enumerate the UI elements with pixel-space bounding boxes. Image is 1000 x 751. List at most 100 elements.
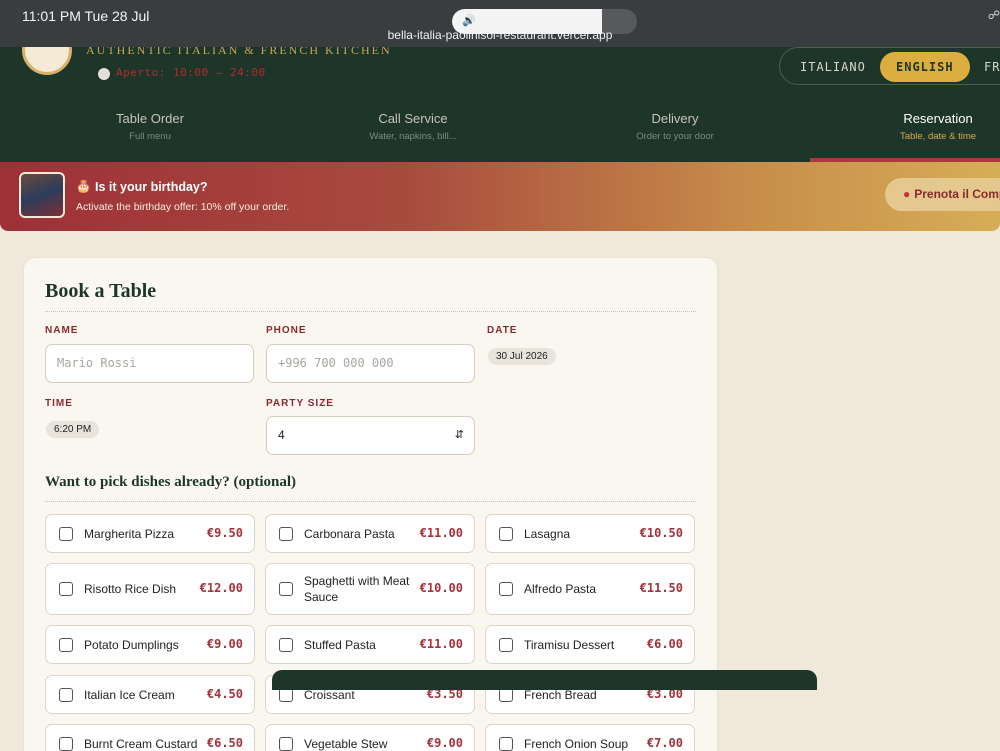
dish-checkbox[interactable]: [279, 637, 293, 652]
time-picker[interactable]: 6:20 PM: [46, 421, 100, 438]
dish-option[interactable]: Stuffed Pasta €11.00: [265, 625, 475, 664]
dish-option[interactable]: Tiramisu Dessert €6.00: [485, 625, 695, 664]
dish-name: Margherita Pizza: [84, 526, 175, 541]
dish-option[interactable]: Burnt Cream Custard €6.50: [45, 724, 255, 751]
dish-name: Carbonara Pasta: [304, 526, 395, 541]
dish-name: Tiramisu Dessert: [524, 637, 615, 652]
dish-checkbox[interactable]: [59, 736, 73, 751]
party-size-value: 4: [278, 428, 285, 442]
dish-name: Italian Ice Cream: [84, 687, 175, 702]
dish-option[interactable]: French Onion Soup €7.00: [485, 724, 695, 751]
dish-price: €9.50: [206, 525, 243, 540]
dish-checkbox[interactable]: [59, 637, 73, 652]
dish-checkbox[interactable]: [279, 736, 293, 751]
dish-option[interactable]: Risotto Rice Dish €12.00: [45, 563, 255, 615]
tab-title: Table Order: [116, 111, 184, 126]
date-picker[interactable]: 30 Jul 2026: [488, 348, 556, 365]
site-header: AUTHENTIC ITALIAN & FRENCH KITCHEN Apert…: [0, 25, 1000, 162]
date-label: DATE: [487, 325, 518, 336]
tab-table-order[interactable]: Table Order Full menu: [25, 111, 275, 142]
dish-name: Risotto Rice Dish: [84, 582, 177, 596]
dish-name: Spaghetti with Meat Sauce: [304, 574, 410, 604]
dish-price: €12.00: [199, 581, 243, 595]
phone-input[interactable]: +996 700 000 000: [266, 344, 475, 383]
tab-subtitle: Full menu: [129, 131, 171, 142]
floating-bar[interactable]: [272, 670, 817, 690]
dish-name: French Onion Soup: [524, 736, 629, 751]
birthday-button-label: Prenota il Compleanno: [914, 187, 1000, 201]
divider: [45, 501, 696, 502]
dish-name: Lasagna: [524, 526, 571, 541]
dish-checkbox[interactable]: [499, 736, 513, 751]
dish-price: €6.00: [646, 636, 683, 651]
cake-icon: 🎂: [76, 179, 91, 193]
birthday-banner: 🎂 Is it your birthday? Activate the birt…: [0, 162, 1000, 231]
dish-price: €9.00: [206, 636, 243, 651]
dish-option[interactable]: Alfredo Pasta €11.50: [485, 563, 695, 615]
dish-option[interactable]: Vegetable Stew €9.00: [265, 724, 475, 751]
tab-call-service[interactable]: Call Service Water, napkins, bill...: [288, 111, 538, 142]
tab-reservation[interactable]: Reservation Table, date & time: [813, 111, 1000, 142]
status-time: 11:01 PM Tue 28 Jul: [22, 8, 150, 24]
opening-hours: Aperto: 10:00 – 24:00: [116, 66, 266, 79]
time-label: TIME: [45, 398, 73, 409]
party-size-select[interactable]: 4 ⇵: [266, 416, 475, 455]
dish-checkbox[interactable]: [59, 582, 73, 596]
phone-label: PHONE: [266, 325, 307, 336]
tab-subtitle: Water, napkins, bill...: [369, 131, 457, 142]
dish-price: €6.50: [206, 735, 243, 750]
dish-option[interactable]: Lasagna €10.50: [485, 514, 695, 553]
dish-checkbox[interactable]: [499, 637, 513, 652]
dish-option[interactable]: Margherita Pizza €9.50: [45, 514, 255, 553]
tab-delivery[interactable]: Delivery Order to your door: [550, 111, 800, 142]
dish-option[interactable]: Spaghetti with Meat Sauce €10.00: [265, 563, 475, 615]
dish-name: Potato Dumplings: [84, 637, 179, 652]
dish-option[interactable]: Italian Ice Cream €4.50: [45, 675, 255, 714]
dish-price: €7.00: [646, 735, 683, 750]
dish-checkbox[interactable]: [279, 582, 293, 596]
dish-option[interactable]: Potato Dumplings €9.00: [45, 625, 255, 664]
card-title: Book a Table: [45, 280, 157, 302]
dish-name: Stuffed Pasta: [304, 637, 376, 652]
party-size-label: PARTY SIZE: [266, 398, 334, 409]
tab-subtitle: Table, date & time: [899, 131, 977, 142]
dishes-section-title: Want to pick dishes already? (optional): [45, 474, 297, 490]
dish-price: €10.00: [419, 581, 463, 595]
status-bar: 11:01 PM Tue 28 Jul 🔊 bella-italia-paoli…: [0, 0, 1000, 47]
birthday-title: Is it your birthday?: [95, 180, 208, 194]
speaker-icon: 🔊: [462, 15, 476, 27]
balloon-icon: ●: [903, 187, 911, 201]
dish-checkbox[interactable]: [499, 582, 513, 596]
dish-price: €11.00: [419, 525, 463, 540]
dish-checkbox[interactable]: [279, 526, 293, 541]
lang-italiano[interactable]: ITALIANO: [800, 52, 866, 82]
lang-english[interactable]: ENGLISH: [880, 52, 970, 82]
dish-name: Vegetable Stew: [304, 736, 388, 751]
dish-price: €9.00: [426, 735, 463, 750]
lang-french[interactable]: FR: [984, 52, 1000, 82]
name-input[interactable]: Mario Rossi: [45, 344, 254, 383]
dish-price: €10.50: [639, 525, 683, 540]
dish-price: €11.50: [639, 581, 683, 595]
dish-name: Burnt Cream Custard: [84, 736, 198, 751]
dish-price: €11.00: [419, 636, 463, 651]
tab-title: Call Service: [378, 111, 448, 126]
birthday-image: [19, 172, 65, 218]
clock-icon: [98, 68, 110, 80]
link-icon: ☍: [987, 8, 1000, 22]
chevron-updown-icon: ⇵: [454, 429, 464, 441]
birthday-book-button[interactable]: ●Prenota il Compleanno: [885, 178, 1000, 211]
dish-name: Alfredo Pasta: [524, 582, 597, 596]
dish-checkbox[interactable]: [499, 526, 513, 541]
name-label: NAME: [45, 325, 79, 336]
divider: [45, 311, 696, 312]
dish-price: €4.50: [206, 686, 243, 701]
tab-subtitle: Order to your door: [636, 131, 714, 142]
tab-title: Delivery: [651, 111, 699, 126]
url-text[interactable]: bella-italia-paolinisoi-restaurant.verce…: [0, 28, 1000, 42]
language-switcher: ITALIANO ENGLISH FR: [779, 47, 1000, 85]
dish-checkbox[interactable]: [59, 526, 73, 541]
dish-option[interactable]: Carbonara Pasta €11.00: [265, 514, 475, 553]
dish-checkbox[interactable]: [59, 687, 73, 702]
birthday-text: Activate the birthday offer: 10% off you…: [76, 201, 290, 213]
